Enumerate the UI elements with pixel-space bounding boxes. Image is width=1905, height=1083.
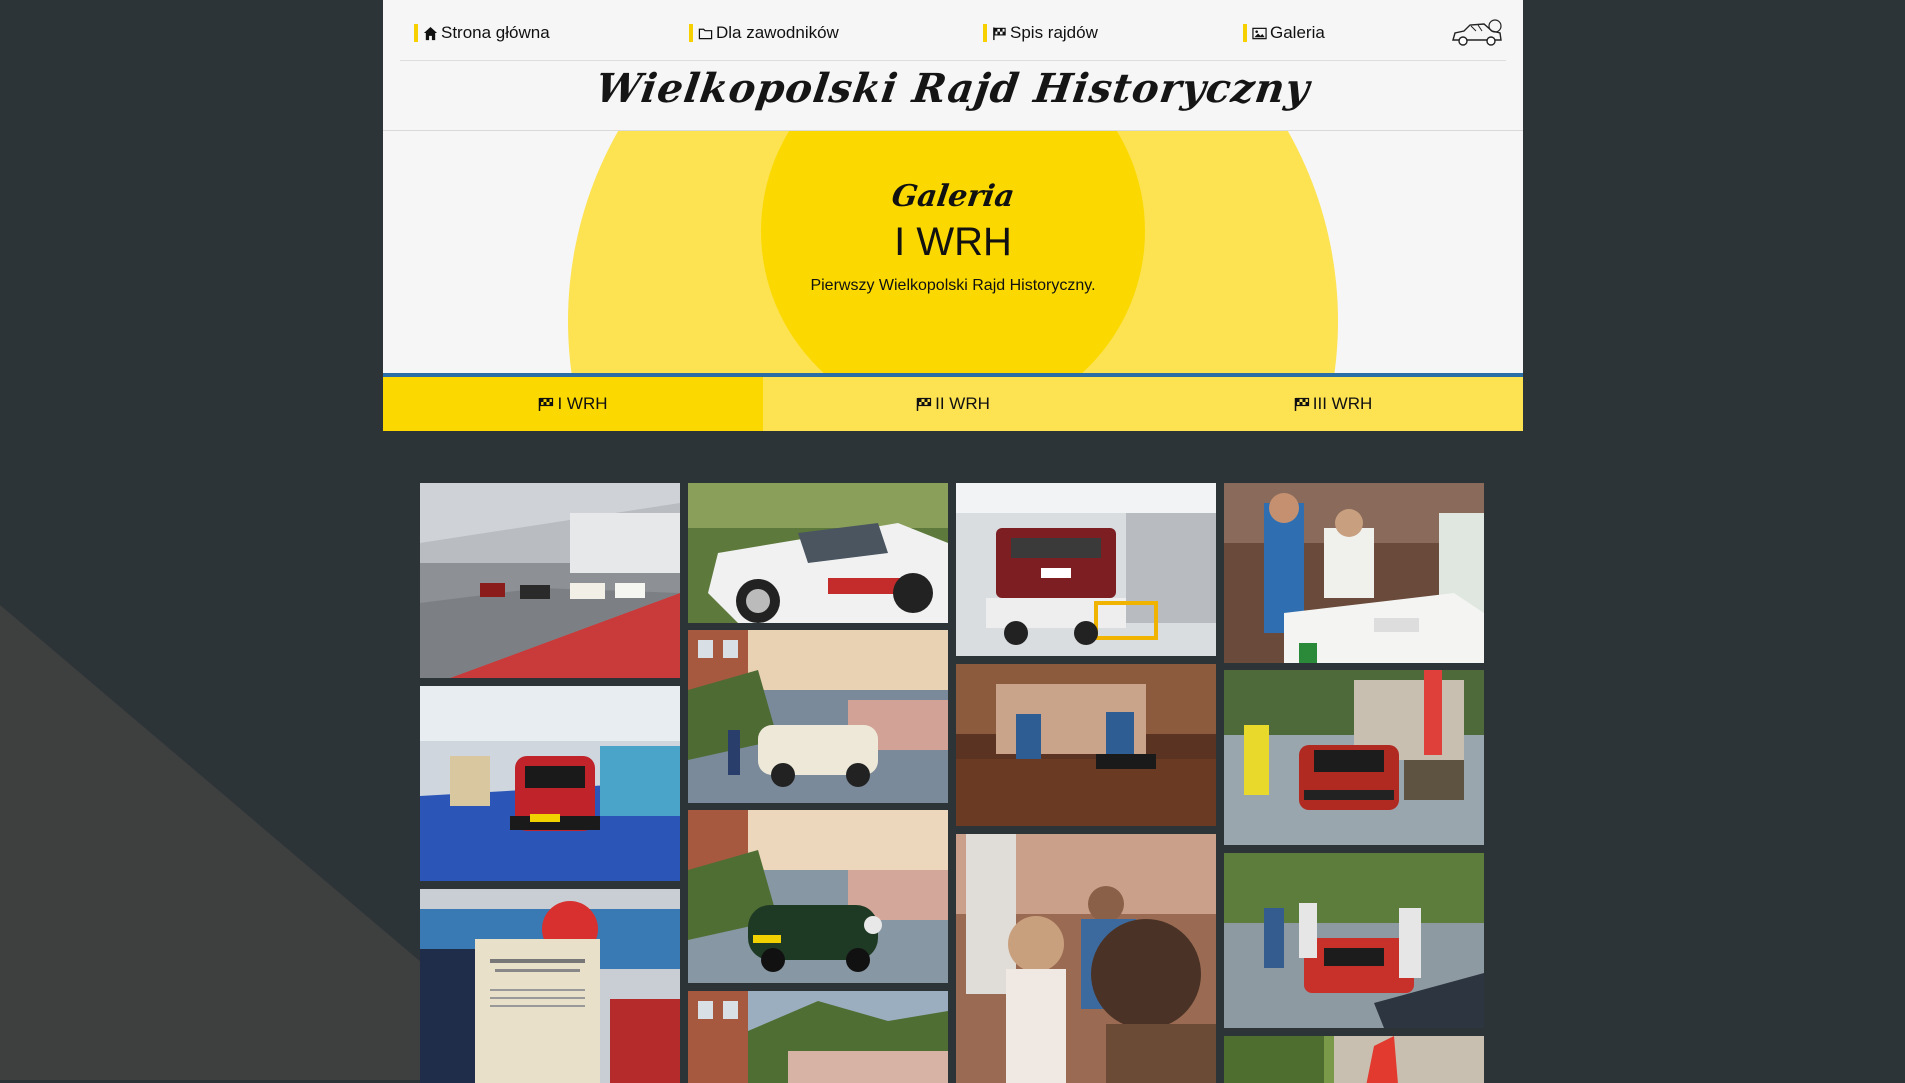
photo-green-porsche-image xyxy=(688,810,948,983)
photo-red-car-crowd-image xyxy=(1224,853,1484,1028)
gallery-photo-red-sedan[interactable] xyxy=(1224,670,1484,845)
nav-galeria[interactable]: Galeria xyxy=(1243,23,1325,43)
tab-label: III WRH xyxy=(1312,394,1373,413)
nav-home[interactable]: Strona główna xyxy=(414,23,550,43)
gallery-photo-red-car-crowd[interactable] xyxy=(1224,853,1484,1028)
hero-text: Galeria I WRH Pierwszy Wielkopolski Rajd… xyxy=(383,179,1523,295)
site-brand-title[interactable]: Wielkopolski Rajd Historyczny xyxy=(380,65,1527,112)
flag-checkered-icon xyxy=(1294,397,1309,411)
gallery-photo-registration[interactable] xyxy=(956,834,1216,1083)
nav-marker xyxy=(414,24,418,42)
photo-officials-image xyxy=(1224,483,1484,663)
nav-dla-zawodnikow[interactable]: Dla zawodników xyxy=(689,23,839,43)
gallery-photo-building[interactable] xyxy=(688,991,948,1083)
photo-red-car-expo-image xyxy=(420,686,680,881)
gallery-photo-white-car-street[interactable] xyxy=(688,630,948,803)
nav-galeria-label: Galeria xyxy=(1270,23,1325,42)
tab-label: II WRH xyxy=(935,394,990,413)
page-title: I WRH xyxy=(894,220,1012,264)
nav-marker xyxy=(689,24,693,42)
image-icon xyxy=(1252,27,1267,39)
gallery-photo-green-porsche[interactable] xyxy=(688,810,948,983)
gallery-photo-rally-car-action[interactable] xyxy=(688,483,948,623)
page-container: Strona główna Dla zawodników Spis rajdów… xyxy=(383,0,1523,431)
nav-home-label: Strona główna xyxy=(441,23,550,42)
photo-building-image xyxy=(688,991,948,1083)
gallery-photo-info-board[interactable] xyxy=(420,889,680,1083)
flag-checkered-icon xyxy=(993,26,1006,40)
nav-spis-rajdow-label: Spis rajdów xyxy=(1010,23,1098,42)
photo-registration-image xyxy=(956,834,1216,1083)
photo-rally-banner-image xyxy=(1224,1036,1484,1083)
rally-tabs: I WRH II WRH III WRH xyxy=(383,373,1523,431)
gallery-photo-tow-truck[interactable] xyxy=(956,483,1216,656)
tab-iii-wrh[interactable]: III WRH xyxy=(1143,377,1523,431)
hero-subtitle: Pierwszy Wielkopolski Rajd Historyczny. xyxy=(810,277,1096,294)
photo-office-desk-image xyxy=(956,664,1216,826)
gallery-photo-office-desk[interactable] xyxy=(956,664,1216,826)
car-logo-icon[interactable] xyxy=(1450,16,1504,48)
gallery-photo-exhibition-hall[interactable] xyxy=(420,483,680,678)
photo-rally-car-action-image xyxy=(688,483,948,623)
nav-spis-rajdow[interactable]: Spis rajdów xyxy=(983,23,1098,43)
photo-info-board-image xyxy=(420,889,680,1083)
main-nav: Strona główna Dla zawodników Spis rajdów… xyxy=(400,0,1506,61)
gallery-photo-officials[interactable] xyxy=(1224,483,1484,663)
hero-banner: Galeria I WRH Pierwszy Wielkopolski Rajd… xyxy=(383,131,1523,373)
nav-marker xyxy=(1243,24,1247,42)
nav-dla-zawodnikow-label: Dla zawodników xyxy=(716,23,839,42)
photo-white-car-street-image xyxy=(688,630,948,803)
flag-checkered-icon xyxy=(539,397,554,411)
gallery-photo-red-car-expo[interactable] xyxy=(420,686,680,881)
photo-gallery xyxy=(420,483,1486,1083)
photo-exhibition-hall-image xyxy=(420,483,680,678)
gallery-photo-rally-banner[interactable] xyxy=(1224,1036,1484,1083)
tab-ii-wrh[interactable]: II WRH xyxy=(763,377,1143,431)
photo-tow-truck-image xyxy=(956,483,1216,656)
home-icon xyxy=(423,26,438,40)
hero-kicker: Galeria xyxy=(889,179,1017,214)
photo-red-sedan-image xyxy=(1224,670,1484,845)
folder-icon xyxy=(698,28,713,39)
flag-checkered-icon xyxy=(916,397,932,411)
nav-marker xyxy=(983,24,987,42)
tab-label: I WRH xyxy=(557,394,608,413)
site-header: Strona główna Dla zawodników Spis rajdów… xyxy=(383,0,1523,131)
tab-i-wrh[interactable]: I WRH xyxy=(383,377,763,431)
